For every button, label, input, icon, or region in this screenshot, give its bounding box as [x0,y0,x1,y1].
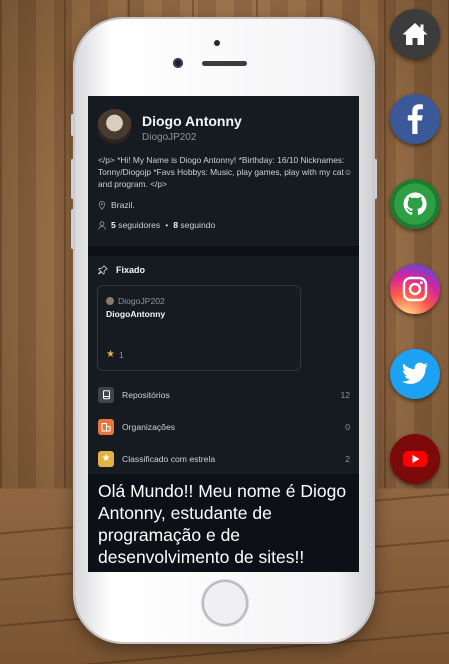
instagram-link[interactable] [390,264,440,314]
home-icon [402,23,428,45]
card-repo-name[interactable]: DiogoAntonny [106,309,165,319]
menu-item-repositories[interactable]: Repositórios 12 [88,379,359,410]
profile-section: Diogo Antonny DiogoJP202 </p> *Hi! My Na… [88,96,359,246]
volume-down-button [71,209,74,249]
home-button[interactable] [202,580,248,626]
card-star-count: 1 [118,349,124,360]
location-text: Brazil. [111,200,135,210]
card-owner-name: DiogoJP202 [118,296,165,306]
home-link[interactable] [390,9,440,59]
menu-item-starred[interactable]: ★ Classificado com estrela 2 [88,443,359,474]
location: Brazil. [98,200,135,210]
github-icon [403,192,427,215]
following-link[interactable]: 8 seguindo [173,220,215,230]
power-button [374,159,377,199]
dot-separator: • [165,220,169,230]
profile-bio: </p> *Hi! My Name is Diogo Antonny! *Bir… [98,155,353,189]
pinned-header: Fixado [98,265,145,275]
intro-text: Olá Mundo!! Meu nome é Diogo Antonny, es… [98,481,347,567]
followers-label: seguidores [118,220,161,230]
card-owner: DiogoJP202 [106,296,165,306]
mute-switch [71,114,74,136]
profile-login: DiogoJP202 [142,132,197,143]
profile-name: Diogo Antonny [142,113,242,129]
star-icon: ★ [98,450,114,467]
pin-icon [98,265,108,275]
earpiece-speaker [202,61,247,66]
menu-label: Organizações [122,421,176,432]
following-label: seguindo [180,220,216,230]
avatar[interactable] [97,109,132,144]
menu-label: Repositórios [122,389,170,400]
repo-icon [98,386,114,403]
following-count: 8 [173,220,179,230]
people-icon [98,220,106,230]
card-stars: ★ 1 [106,349,124,360]
menu-count: 12 [340,389,350,400]
youtube-link[interactable] [390,434,440,484]
github-link[interactable] [390,179,440,229]
pinned-repo-card[interactable]: DiogoJP202 DiogoAntonny ★ 1 [97,285,301,371]
profile-menu: Repositórios 12 Organizações 0 ★ Classif… [88,379,359,474]
twitter-link[interactable] [390,349,440,399]
star-icon: ★ [106,349,115,360]
menu-count: 0 [345,421,350,432]
menu-item-organizations[interactable]: Organizações 0 [88,411,359,442]
follow-stats: 5 seguidores • 8 seguindo [98,220,215,230]
instagram-icon [402,276,428,302]
facebook-link[interactable] [390,94,440,144]
phone-sensor [214,40,220,46]
organization-icon [98,418,114,435]
menu-label: Classificado com estrela [122,453,216,464]
menu-count: 2 [345,453,350,464]
followers-count: 5 [111,220,116,230]
twitter-icon [402,362,428,384]
owner-avatar-icon [106,297,114,305]
volume-up-button [71,159,74,199]
pinned-section: Fixado DiogoJP202 DiogoAntonny ★ 1 [88,256,359,379]
facebook-icon [407,104,423,134]
location-pin-icon [98,200,106,210]
followers-link[interactable]: 5 seguidores [111,220,160,230]
phone-screen: Diogo Antonny DiogoJP202 </p> *Hi! My Na… [88,96,359,572]
pinned-title: Fixado [116,265,146,275]
front-camera [173,58,183,68]
youtube-icon [403,451,427,467]
